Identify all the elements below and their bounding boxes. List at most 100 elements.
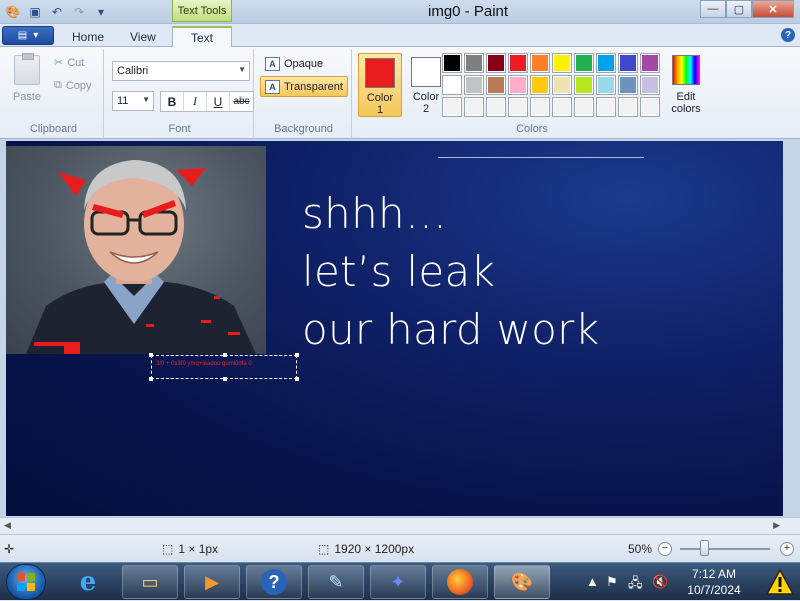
media-player-icon[interactable]: ▶ bbox=[184, 565, 240, 599]
horizontal-scrollbar[interactable]: ◀ ▶ bbox=[0, 517, 800, 533]
cursor-position: ✛ bbox=[4, 542, 14, 556]
palette-swatch[interactable] bbox=[508, 53, 528, 73]
volume-muted-icon[interactable]: 🔇 bbox=[652, 574, 668, 590]
resize-handle[interactable] bbox=[223, 377, 227, 381]
palette-swatch[interactable] bbox=[640, 97, 660, 117]
resize-handle[interactable] bbox=[149, 353, 153, 357]
close-button[interactable]: ✕ bbox=[752, 0, 794, 18]
text-selection-box[interactable]: 3/0 + 0x3f0 ymq+leadoo gumi0ofa 0 bbox=[149, 353, 299, 381]
palette-swatch[interactable] bbox=[596, 75, 616, 95]
resize-handle[interactable] bbox=[149, 377, 153, 381]
paint-menu-button[interactable]: ▤ ▾ bbox=[2, 26, 54, 45]
italic-button[interactable]: I bbox=[184, 92, 207, 111]
palette-swatch[interactable] bbox=[574, 97, 594, 117]
colors-group-label: Colors bbox=[516, 123, 548, 135]
palette-swatch[interactable] bbox=[486, 75, 506, 95]
palette-swatch[interactable] bbox=[640, 53, 660, 73]
zoom-in-button[interactable]: + bbox=[780, 542, 794, 556]
scroll-left-icon[interactable]: ◀ bbox=[4, 520, 11, 531]
clock[interactable]: 7:12 AM 10/7/2024 bbox=[684, 566, 744, 598]
scroll-right-icon[interactable]: ▶ bbox=[773, 520, 780, 531]
edit-colors-button[interactable]: Edit colors bbox=[666, 55, 706, 115]
palette-swatch[interactable] bbox=[464, 97, 484, 117]
palette-swatch[interactable] bbox=[442, 75, 462, 95]
palette-swatch[interactable] bbox=[508, 97, 528, 117]
minimize-button[interactable]: — bbox=[700, 0, 726, 18]
resize-handle[interactable] bbox=[295, 353, 299, 357]
palette-swatch-fill bbox=[597, 54, 615, 72]
firefox-icon[interactable] bbox=[432, 565, 488, 599]
textbox-content[interactable]: 3/0 + 0x3f0 ymq+leadoo gumi0ofa 0 bbox=[156, 361, 252, 367]
palette-swatch[interactable] bbox=[552, 53, 572, 73]
palette-swatch[interactable] bbox=[552, 75, 572, 95]
strikethrough-button[interactable]: abc bbox=[230, 92, 253, 111]
palette-swatch[interactable] bbox=[530, 75, 550, 95]
copy-button[interactable]: ⧉ Copy bbox=[54, 79, 92, 92]
save-icon[interactable]: ▣ bbox=[26, 3, 44, 21]
palette-swatch-fill bbox=[597, 98, 615, 116]
tab-view[interactable]: View bbox=[116, 26, 170, 47]
palette-swatch-fill bbox=[553, 98, 571, 116]
font-family-select[interactable]: Calibri ▼ bbox=[112, 61, 250, 81]
cut-button[interactable]: ✂ Cut bbox=[54, 56, 84, 70]
palette-swatch[interactable] bbox=[530, 97, 550, 117]
warning-triangle bbox=[765, 568, 795, 595]
palette-swatch[interactable] bbox=[464, 75, 484, 95]
undo-icon[interactable]: ↶ bbox=[48, 3, 66, 21]
palette-swatch[interactable] bbox=[618, 53, 638, 73]
zoom-slider-thumb[interactable] bbox=[700, 540, 709, 556]
palette-swatch[interactable] bbox=[640, 75, 660, 95]
underline-button[interactable]: U bbox=[207, 92, 230, 111]
help-icon[interactable]: ? bbox=[781, 28, 795, 42]
show-hidden-icons-icon[interactable]: ▲ bbox=[586, 574, 599, 589]
tab-text[interactable]: Text bbox=[172, 26, 232, 48]
redo-icon[interactable]: ↷ bbox=[70, 3, 88, 21]
notepad-icon[interactable]: ✎ bbox=[308, 565, 364, 599]
drawing-canvas[interactable]: shhh… let’s leak our hard work 3/0 + 0x3… bbox=[6, 141, 783, 516]
zoom-slider-track[interactable] bbox=[680, 548, 770, 550]
start-button[interactable] bbox=[6, 564, 46, 600]
palette-swatch-fill bbox=[531, 54, 549, 72]
paint-app-icon[interactable]: 🎨 bbox=[4, 3, 22, 21]
customize-qat-icon[interactable]: ▾ bbox=[92, 3, 110, 21]
bold-button[interactable]: B bbox=[161, 92, 184, 111]
warning-icon[interactable] bbox=[763, 565, 797, 599]
zoom-out-button[interactable]: − bbox=[658, 542, 672, 556]
palette-swatch[interactable] bbox=[442, 97, 462, 117]
help-support-icon[interactable]: ? bbox=[246, 565, 302, 599]
image-size: ⬚ 1920 × 1200px bbox=[318, 542, 414, 556]
palette-swatch[interactable] bbox=[442, 53, 462, 73]
transparent-button[interactable]: A Transparent bbox=[260, 76, 348, 97]
palette-swatch[interactable] bbox=[596, 97, 616, 117]
palette-swatch[interactable] bbox=[574, 53, 594, 73]
resize-handle[interactable] bbox=[295, 377, 299, 381]
color-palette bbox=[442, 53, 660, 117]
palette-swatch[interactable] bbox=[530, 53, 550, 73]
resize-handle[interactable] bbox=[223, 353, 227, 357]
palette-swatch[interactable] bbox=[552, 97, 572, 117]
tab-home[interactable]: Home bbox=[58, 26, 118, 47]
palette-swatch[interactable] bbox=[618, 75, 638, 95]
action-center-flag-icon[interactable]: ⚑ bbox=[606, 574, 618, 590]
internet-explorer-icon[interactable]: e bbox=[60, 565, 116, 599]
palette-swatch[interactable] bbox=[508, 75, 528, 95]
palette-swatch[interactable] bbox=[464, 53, 484, 73]
palette-swatch[interactable] bbox=[618, 97, 638, 117]
paste-button[interactable]: Paste bbox=[10, 53, 44, 103]
palette-swatch-fill bbox=[553, 76, 571, 94]
font-size-select[interactable]: 11 ▼ bbox=[112, 91, 154, 111]
maximize-button[interactable]: ▢ bbox=[726, 0, 752, 18]
color1-button[interactable]: Color 1 bbox=[358, 53, 402, 117]
file-explorer-icon[interactable]: ▭ bbox=[122, 565, 178, 599]
palette-swatch[interactable] bbox=[486, 53, 506, 73]
paint-taskbar-icon[interactable]: 🎨 bbox=[494, 565, 550, 599]
selection-size: ⬚ 1 × 1px bbox=[162, 542, 218, 556]
edit-colors-label-2: colors bbox=[671, 103, 701, 115]
palette-swatch[interactable] bbox=[486, 97, 506, 117]
opaque-button[interactable]: A Opaque bbox=[262, 55, 326, 73]
palette-swatch[interactable] bbox=[596, 53, 616, 73]
palette-swatch-fill bbox=[641, 76, 659, 94]
network-icon[interactable]: 🖧 bbox=[628, 574, 643, 596]
palette-swatch[interactable] bbox=[574, 75, 594, 95]
app-icon[interactable]: ✦ bbox=[370, 565, 426, 599]
